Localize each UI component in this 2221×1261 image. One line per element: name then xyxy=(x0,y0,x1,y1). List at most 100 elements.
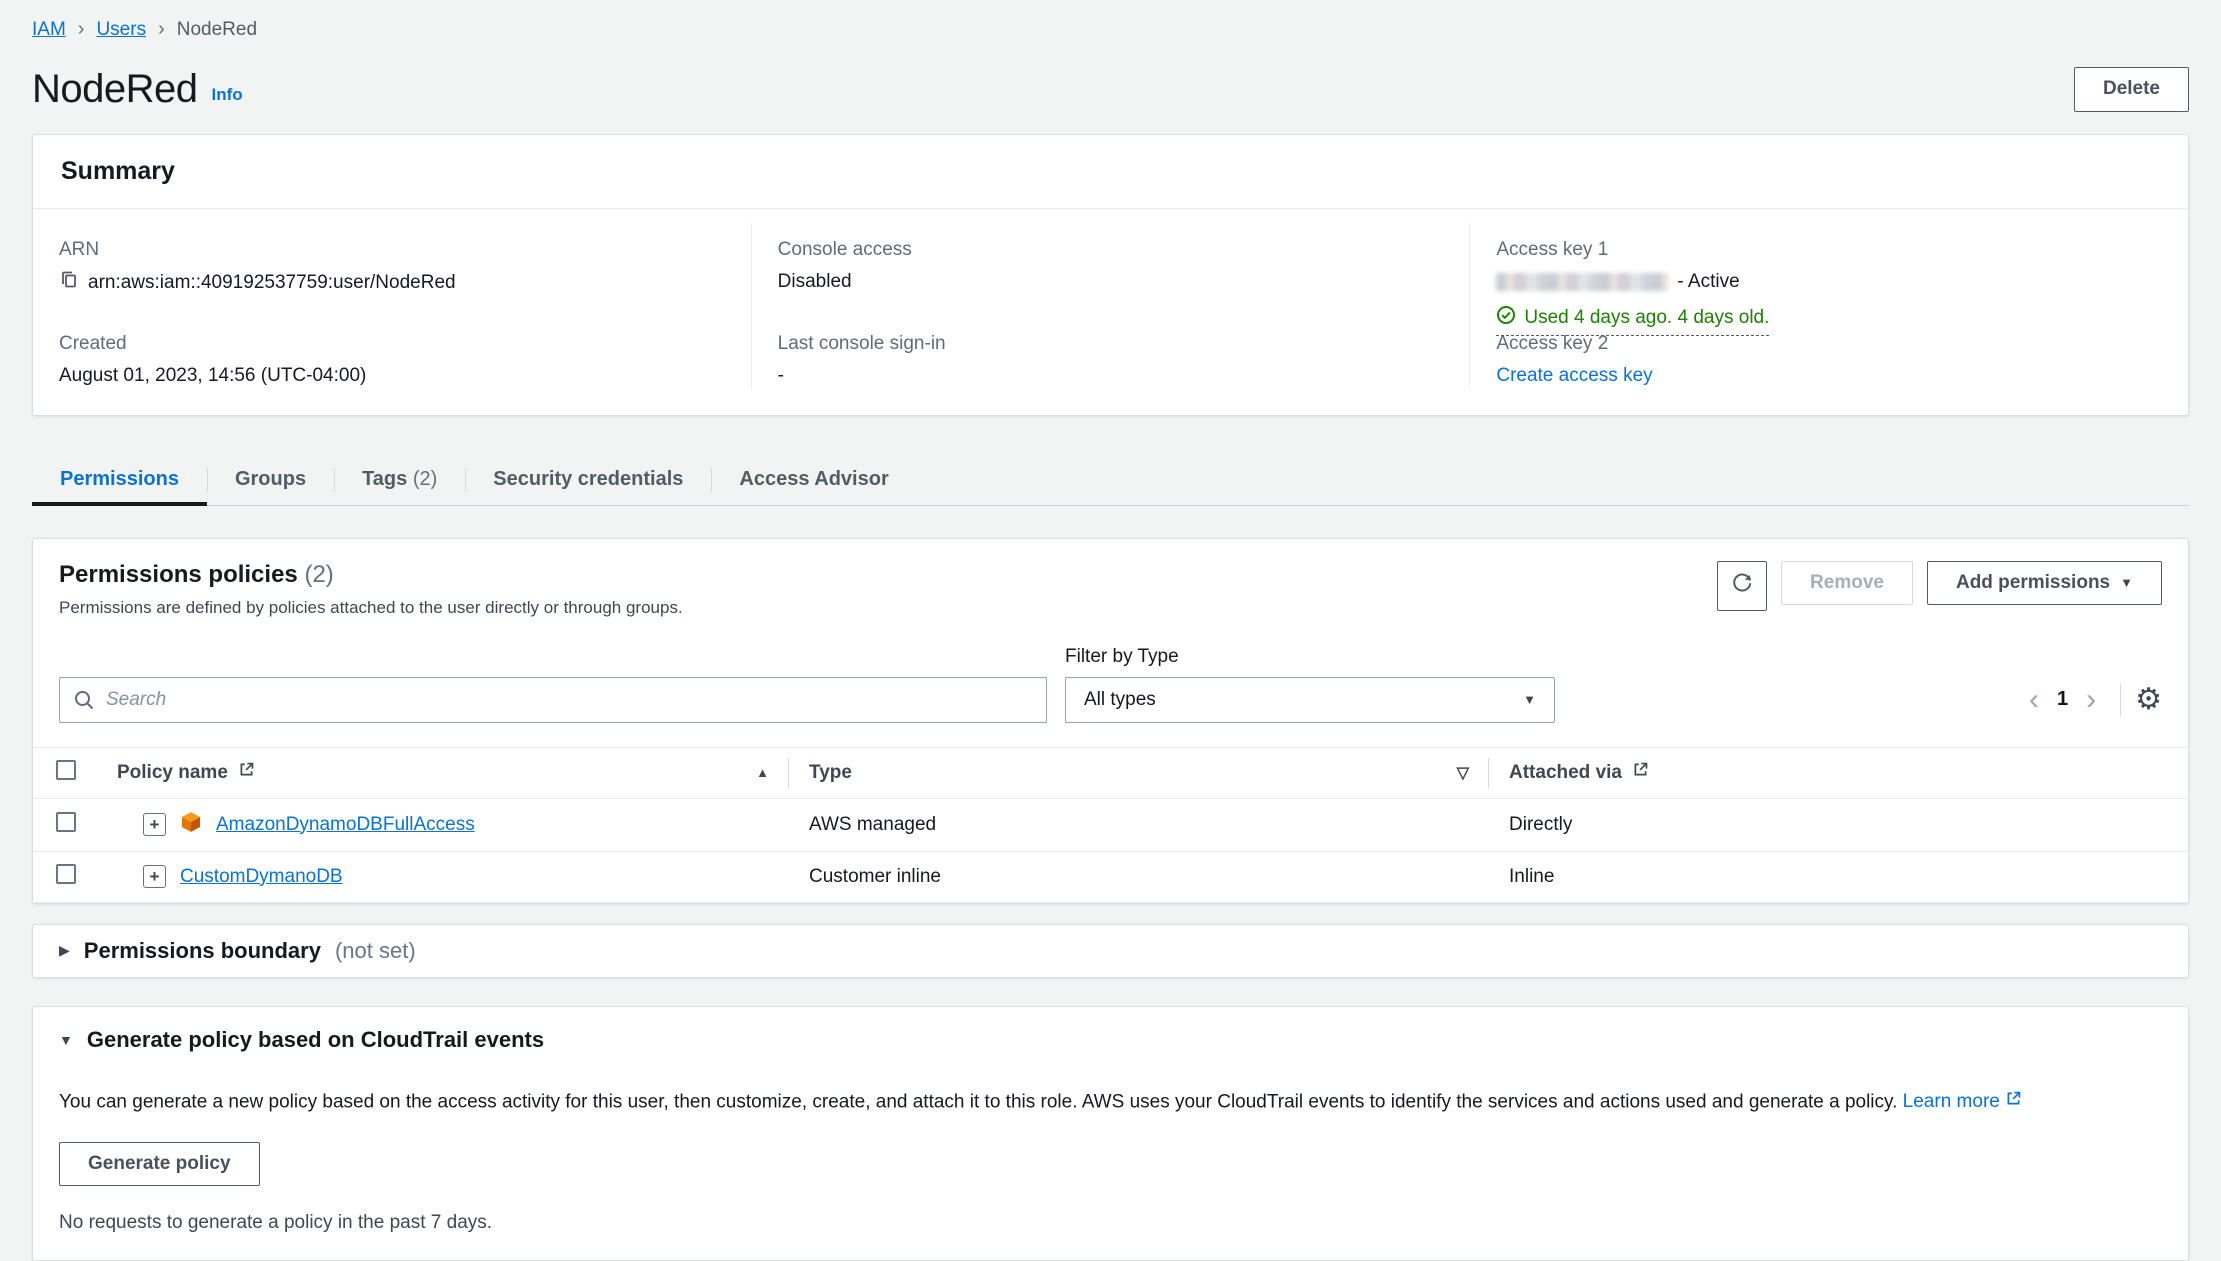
permissions-boundary-card[interactable]: ▶ Permissions boundary (not set) xyxy=(32,924,2189,978)
learn-more-link[interactable]: Learn more xyxy=(1903,1091,2000,1112)
delete-user-button[interactable]: Delete xyxy=(2074,67,2189,112)
tab-access-advisor[interactable]: Access Advisor xyxy=(711,458,916,505)
info-link[interactable]: Info xyxy=(212,85,243,105)
breadcrumb-link-iam[interactable]: IAM xyxy=(32,19,66,41)
create-access-key-link[interactable]: Create access key xyxy=(1496,365,1652,386)
pagination-divider xyxy=(2120,684,2121,716)
generate-policy-status: No requests to generate a policy in the … xyxy=(59,1212,2162,1234)
policy-search-input[interactable] xyxy=(59,677,1047,723)
type-filter-select[interactable]: All types ▼ xyxy=(1065,677,1555,723)
caret-down-icon: ▼ xyxy=(2120,575,2133,591)
access-key-usage-status[interactable]: Used 4 days ago. 4 days old. xyxy=(1496,305,1769,336)
tab-groups[interactable]: Groups xyxy=(207,458,334,505)
breadcrumb-separator-icon: › xyxy=(78,18,85,41)
arn-value: arn:aws:iam::409192537759:user/NodeRed xyxy=(88,270,456,296)
external-link-icon xyxy=(2005,1089,2022,1116)
sort-ascending-icon[interactable]: ▲ xyxy=(756,765,769,780)
caret-down-icon: ▼ xyxy=(1523,692,1536,707)
console-access-value: Disabled xyxy=(778,269,1444,295)
policies-header: Permissions policies (2) Permissions are… xyxy=(33,539,2188,618)
column-header-attached-via[interactable]: Attached via xyxy=(1509,762,1622,784)
access-key-1-redacted-value xyxy=(1496,273,1668,291)
access-key-1-field: Access key 1 - Active xyxy=(1496,223,2162,317)
generate-policy-title: Generate policy based on CloudTrail even… xyxy=(87,1027,544,1053)
summary-card: Summary ARN arn:aws:iam::409192537759:us… xyxy=(32,134,2189,416)
tab-permissions[interactable]: Permissions xyxy=(32,458,207,505)
created-value: August 01, 2023, 14:56 (UTC-04:00) xyxy=(59,363,725,389)
generate-policy-card: ▼ Generate policy based on CloudTrail ev… xyxy=(32,1006,2189,1261)
policy-attached-via-cell: Directly xyxy=(1489,798,2188,851)
policy-link[interactable]: CustomDymanoDB xyxy=(180,866,343,888)
created-field: Created August 01, 2023, 14:56 (UTC-04:0… xyxy=(59,317,725,389)
policies-table: Policy name ▲ xyxy=(33,747,2188,903)
row-checkbox[interactable] xyxy=(56,864,76,884)
pagination: ‹ 1 › ⚙ xyxy=(2019,684,2162,716)
summary-column-2: Console access Disabled Last console sig… xyxy=(751,223,1470,389)
table-row: + AmazonDynamoDBFullAccess AWS xyxy=(33,798,2188,851)
filter-by-type-label: Filter by Type xyxy=(1065,646,1555,668)
table-settings-gear-icon[interactable]: ⚙ xyxy=(2135,685,2162,715)
summary-column-3: Access key 1 - Active xyxy=(1469,223,2188,389)
summary-title: Summary xyxy=(61,157,2160,186)
tab-tags[interactable]: Tags (2) xyxy=(334,458,465,505)
arn-label: ARN xyxy=(59,239,725,261)
column-header-policy-name[interactable]: Policy name xyxy=(117,762,228,784)
breadcrumb: IAM › Users › NodeRed xyxy=(32,18,2189,41)
copy-icon[interactable] xyxy=(59,269,79,297)
triangle-right-icon[interactable]: ▶ xyxy=(59,942,70,959)
user-detail-tabs: Permissions Groups Tags (2) Security cre… xyxy=(32,458,2189,506)
breadcrumb-current: NodeRed xyxy=(177,19,257,41)
arn-field: ARN arn:aws:iam::409192537759:user/NodeR… xyxy=(59,223,725,317)
column-header-type[interactable]: Type xyxy=(809,762,852,784)
external-link-icon xyxy=(238,761,255,784)
policy-type-cell: Customer inline xyxy=(789,851,1489,902)
permissions-policies-card: Permissions policies (2) Permissions are… xyxy=(32,538,2189,904)
row-checkbox[interactable] xyxy=(56,812,76,832)
console-access-field: Console access Disabled xyxy=(778,223,1444,317)
last-signin-value: - xyxy=(778,363,1444,389)
expand-row-icon[interactable]: + xyxy=(143,813,166,836)
triangle-down-icon: ▼ xyxy=(59,1032,73,1048)
access-key-1-label: Access key 1 xyxy=(1496,239,2162,261)
generate-policy-description: You can generate a new policy based on t… xyxy=(59,1089,2162,1116)
last-signin-label: Last console sign-in xyxy=(778,333,1444,355)
add-permissions-button[interactable]: Add permissions ▼ xyxy=(1927,561,2162,606)
permissions-boundary-title: Permissions boundary xyxy=(84,938,321,964)
page-header: NodeRed Info Delete xyxy=(32,67,2189,112)
generate-policy-button[interactable]: Generate policy xyxy=(59,1142,260,1187)
policy-type-cell: AWS managed xyxy=(789,798,1489,851)
expand-row-icon[interactable]: + xyxy=(143,865,166,888)
page-title: NodeRed xyxy=(32,67,198,112)
last-signin-field: Last console sign-in - xyxy=(778,317,1444,389)
check-circle-icon xyxy=(1496,305,1516,331)
iam-user-detail-page: IAM › Users › NodeRed NodeRed Info Delet… xyxy=(0,0,2221,1261)
table-row: + CustomDymanoDB Customer inline Inline xyxy=(33,851,2188,902)
next-page-button[interactable]: › xyxy=(2076,685,2106,715)
created-label: Created xyxy=(59,333,725,355)
summary-grid: ARN arn:aws:iam::409192537759:user/NodeR… xyxy=(33,209,2188,415)
select-all-checkbox[interactable] xyxy=(56,760,76,780)
policies-title: Permissions policies (2) xyxy=(59,561,683,589)
refresh-icon xyxy=(1731,572,1753,601)
policy-attached-via-cell: Inline xyxy=(1489,851,2188,902)
remove-policy-button[interactable]: Remove xyxy=(1781,561,1913,606)
access-key-2-label: Access key 2 xyxy=(1496,333,2162,355)
table-header-row: Policy name ▲ xyxy=(33,747,2188,798)
summary-column-1: ARN arn:aws:iam::409192537759:user/NodeR… xyxy=(33,223,751,389)
external-link-icon xyxy=(1632,761,1649,784)
previous-page-button[interactable]: ‹ xyxy=(2019,685,2049,715)
breadcrumb-link-users[interactable]: Users xyxy=(96,19,146,41)
breadcrumb-separator-icon: › xyxy=(158,18,165,41)
access-key-1-state: - Active xyxy=(1677,269,1739,295)
refresh-button[interactable] xyxy=(1717,561,1767,612)
tab-security-credentials[interactable]: Security credentials xyxy=(465,458,711,505)
policies-count: (2) xyxy=(304,561,333,588)
aws-managed-policy-icon xyxy=(180,811,202,839)
policy-link[interactable]: AmazonDynamoDBFullAccess xyxy=(216,814,475,836)
current-page-number[interactable]: 1 xyxy=(2049,688,2076,711)
generate-policy-header[interactable]: ▼ Generate policy based on CloudTrail ev… xyxy=(59,1027,2162,1053)
policies-description: Permissions are defined by policies atta… xyxy=(59,598,683,618)
column-filter-icon[interactable]: ▽ xyxy=(1457,763,1469,783)
permissions-boundary-status: (not set) xyxy=(335,938,416,964)
console-access-label: Console access xyxy=(778,239,1444,261)
